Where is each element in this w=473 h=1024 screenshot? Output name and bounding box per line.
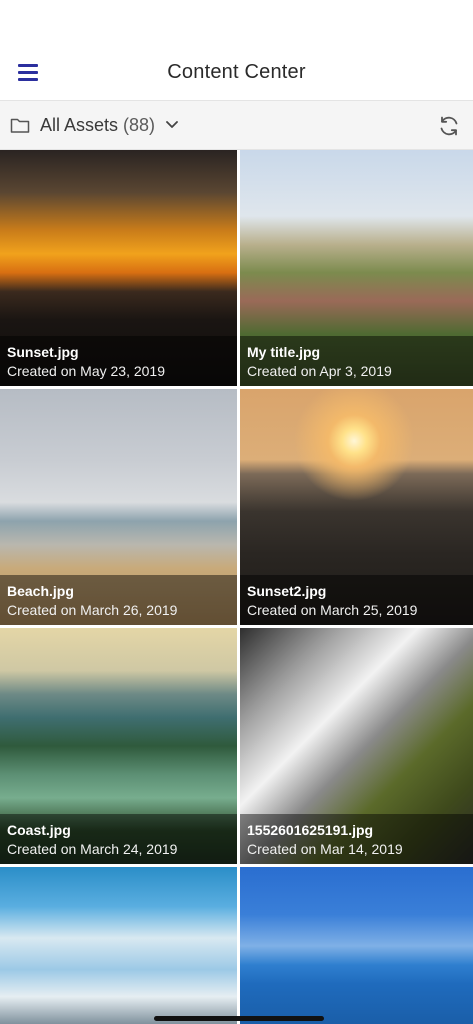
home-indicator (154, 1016, 324, 1021)
asset-caption: 1552601625191.jpg Created on Mar 14, 201… (240, 814, 473, 864)
asset-date: Created on Mar 14, 2019 (247, 841, 403, 857)
asset-name: Coast.jpg (7, 822, 71, 838)
asset-tile[interactable] (0, 867, 237, 1024)
asset-thumbnail (240, 867, 473, 1024)
asset-tile[interactable]: Beach.jpg Created on March 26, 2019 (0, 389, 237, 625)
asset-grid: Sunset.jpg Created on May 23, 2019 My ti… (0, 150, 473, 1024)
chevron-down-icon (166, 121, 178, 128)
asset-name: Sunset.jpg (7, 344, 79, 360)
asset-caption: Sunset2.jpg Created on March 25, 2019 (240, 575, 473, 625)
asset-filter-bar: All Assets (88) (0, 100, 473, 150)
asset-date: Created on March 24, 2019 (7, 841, 178, 857)
page-title: Content Center (167, 60, 306, 83)
app-header: Content Center (0, 44, 473, 100)
asset-name: Sunset2.jpg (247, 583, 327, 599)
asset-filter-label: All Assets (40, 114, 119, 135)
asset-date: Created on March 25, 2019 (247, 602, 418, 618)
asset-name: 1552601625191.jpg (247, 822, 374, 838)
asset-date: Created on March 26, 2019 (7, 602, 178, 618)
refresh-icon[interactable] (437, 114, 461, 138)
asset-name: Beach.jpg (7, 583, 74, 599)
asset-date: Created on May 23, 2019 (7, 363, 165, 379)
asset-tile[interactable]: 1552601625191.jpg Created on Mar 14, 201… (240, 628, 473, 864)
asset-tile[interactable]: Coast.jpg Created on March 24, 2019 (0, 628, 237, 864)
asset-tile[interactable]: Sunset.jpg Created on May 23, 2019 (0, 150, 237, 386)
asset-thumbnail (0, 867, 237, 1024)
hamburger-icon[interactable] (14, 58, 42, 86)
asset-tile[interactable] (240, 867, 473, 1024)
asset-date: Created on Apr 3, 2019 (247, 363, 392, 379)
asset-filter-dropdown[interactable]: All Assets (88) (10, 115, 179, 136)
status-bar (0, 0, 473, 44)
asset-caption: Sunset.jpg Created on May 23, 2019 (0, 336, 237, 386)
folder-icon (10, 118, 30, 133)
asset-tile[interactable]: Sunset2.jpg Created on March 25, 2019 (240, 389, 473, 625)
asset-tile[interactable]: My title.jpg Created on Apr 3, 2019 (240, 150, 473, 386)
asset-caption: Coast.jpg Created on March 24, 2019 (0, 814, 237, 864)
asset-caption: My title.jpg Created on Apr 3, 2019 (240, 336, 473, 386)
asset-name: My title.jpg (247, 344, 321, 360)
asset-caption: Beach.jpg Created on March 26, 2019 (0, 575, 237, 625)
asset-count: (88) (123, 114, 156, 135)
